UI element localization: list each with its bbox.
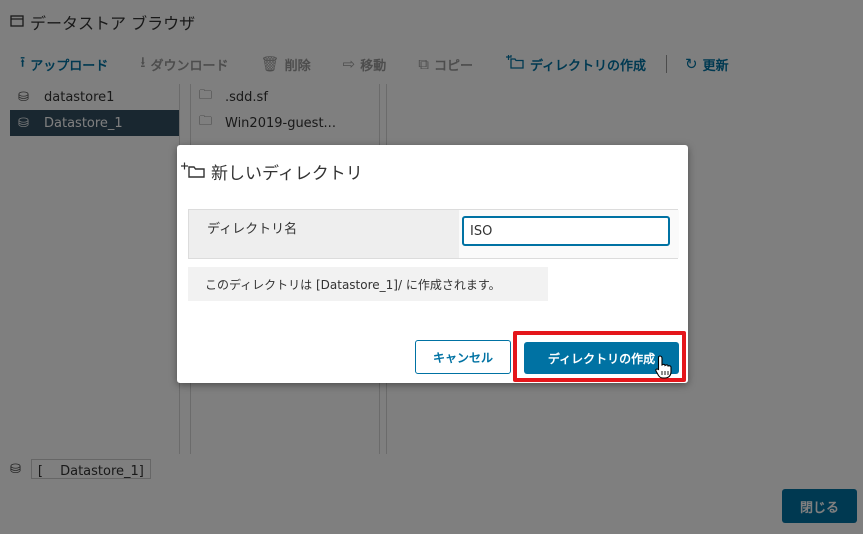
cancel-button[interactable]: キャンセル bbox=[415, 340, 511, 374]
dialog-title-row: 新しいディレクトリ bbox=[181, 159, 363, 184]
dialog-note: このディレクトリは [Datastore_1]/ に作成されます。 bbox=[205, 278, 501, 292]
directory-name-input[interactable] bbox=[462, 216, 670, 246]
dialog-title: 新しいディレクトリ bbox=[211, 164, 363, 184]
new-folder-icon bbox=[181, 162, 207, 182]
directory-name-label: ディレクトリ名 bbox=[207, 222, 298, 237]
hand-cursor-icon bbox=[655, 355, 673, 379]
